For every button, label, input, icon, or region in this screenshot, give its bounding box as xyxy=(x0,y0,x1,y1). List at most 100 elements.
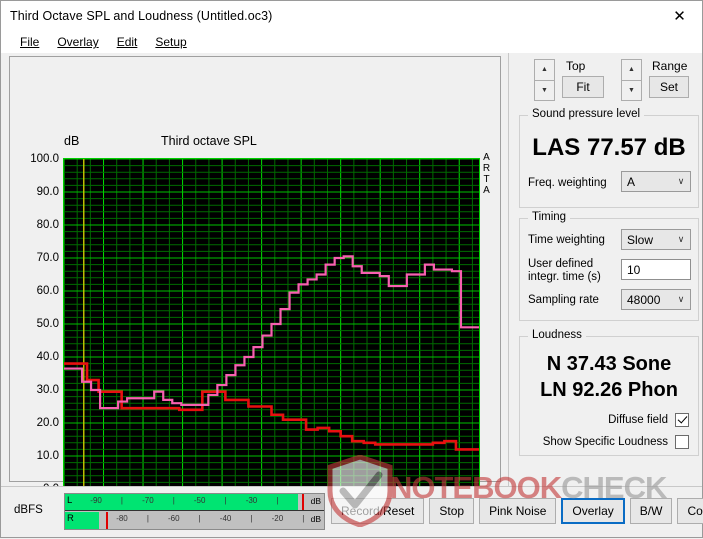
loudness-sone-value: N 37.43 Sone xyxy=(546,353,672,375)
show-specific-loudness-row[interactable]: Show Specific Loudness xyxy=(543,435,689,449)
range-spinner[interactable]: ▲ ▼ xyxy=(621,59,642,101)
y-tick-label: 80.0 xyxy=(36,219,59,231)
y-tick-label: 20.0 xyxy=(36,417,59,429)
level-meter-tick-label: -70 xyxy=(142,496,154,505)
freq-weighting-select[interactable]: A ∨ xyxy=(621,171,691,192)
chevron-up-icon[interactable]: ▲ xyxy=(534,59,555,81)
level-meter-left-channel: L dB -90 | -70 | -50 | -30 | xyxy=(65,494,324,511)
range-label: Range xyxy=(652,59,688,73)
level-meter-right-peak xyxy=(106,512,109,529)
menu-bar: File Overlay Edit Setup xyxy=(1,31,702,53)
overlay-button[interactable]: Overlay xyxy=(561,498,625,524)
window-title: Third Octave SPL and Loudness (Untitled.… xyxy=(10,9,273,23)
menu-item-setup[interactable]: Setup xyxy=(146,33,195,51)
y-axis-label: dB xyxy=(64,134,80,148)
level-meter-tick-mark: | xyxy=(302,514,305,523)
top-label: Top xyxy=(566,59,586,73)
menu-item-edit[interactable]: Edit xyxy=(108,33,147,51)
y-tick-label: 50.0 xyxy=(36,318,59,330)
bw-button[interactable]: B/W xyxy=(629,498,673,524)
sound-pressure-level-title: Sound pressure level xyxy=(528,108,645,120)
control-pane: ▲ ▼ Top Fit ▲ ▼ Range Set Sound pressure… xyxy=(509,53,702,486)
spl-plot[interactable] xyxy=(63,158,480,490)
timing-title: Timing xyxy=(528,211,571,223)
bottom-bar: dBFS L dB -90 | -70 | -50 | -30 | R dB -80 | -60 |… xyxy=(1,486,703,537)
top-fit-button[interactable]: Fit xyxy=(562,76,604,98)
loudness-title: Loudness xyxy=(528,329,586,341)
level-meter-tick-mark: | xyxy=(250,514,253,523)
loudness-group: Loudness N 37.43 Sone LN 92.26 Phon Diff… xyxy=(519,329,699,456)
menu-item-overlay[interactable]: Overlay xyxy=(48,33,107,51)
y-tick-label: 100.0 xyxy=(30,153,59,165)
scale-controls: ▲ ▼ Top Fit ▲ ▼ Range Set xyxy=(526,57,701,103)
transport-buttons: Record/Reset Stop Pink Noise Overlay B/W… xyxy=(331,497,703,525)
main-content: dB Third octave SPL ARTA 100.0 90.0 80.0 70… xyxy=(1,53,702,525)
level-meter-tick-mark: | xyxy=(172,496,175,505)
copy-button[interactable]: Copy xyxy=(677,498,703,524)
chart-title: Third octave SPL xyxy=(161,134,257,148)
series-spl xyxy=(64,255,479,410)
freq-weighting-label: Freq. weighting xyxy=(528,177,607,189)
level-meter[interactable]: L dB -90 | -70 | -50 | -30 | R dB -80 | -60 | -40 | -… xyxy=(64,493,325,530)
sampling-rate-label: Sampling rate xyxy=(528,294,599,306)
level-meter-tick-mark: | xyxy=(120,496,124,505)
time-weighting-label: Time weighting xyxy=(528,234,605,246)
level-meter-tick-label: -40 xyxy=(219,514,232,523)
level-meter-tick-label: -50 xyxy=(193,496,206,505)
arta-side-label: ARTA xyxy=(482,152,491,196)
level-meter-tick-mark: | xyxy=(224,496,227,505)
menu-item-setup-label: Setup xyxy=(155,35,187,49)
level-meter-tick-label: -20 xyxy=(271,514,284,523)
level-meter-right-channel: R dB -80 | -60 | -40 | -20 | xyxy=(65,512,324,529)
menu-item-file-label: File xyxy=(20,35,40,49)
time-weighting-select[interactable]: Slow ∨ xyxy=(621,229,691,250)
level-meter-left-unit: dB xyxy=(310,496,321,506)
integration-time-input[interactable]: 10 xyxy=(621,259,691,280)
menu-item-edit-label: Edit xyxy=(116,35,138,49)
spl-value: LAS 77.57 dB xyxy=(532,134,686,161)
level-meter-right-channel-label: R xyxy=(67,513,74,524)
chevron-down-icon: ∨ xyxy=(677,234,685,244)
y-tick-label: 90.0 xyxy=(36,186,59,198)
y-tick-label: 60.0 xyxy=(36,285,59,297)
level-meter-left-channel-label: L xyxy=(67,495,73,506)
diffuse-field-label: Diffuse field xyxy=(608,414,668,426)
graph-pane: dB Third octave SPL ARTA 100.0 90.0 80.0 70… xyxy=(1,53,509,525)
chevron-down-icon[interactable]: ▼ xyxy=(534,80,555,101)
record-reset-button[interactable]: Record/Reset xyxy=(331,498,425,524)
y-tick-label: 70.0 xyxy=(36,252,59,264)
top-spinner[interactable]: ▲ ▼ xyxy=(534,59,555,101)
level-meter-left-peak xyxy=(301,494,304,510)
level-meter-right-unit: dB xyxy=(310,514,321,524)
menu-item-overlay-label: Overlay xyxy=(57,35,99,49)
sampling-rate-select[interactable]: 48000 ∨ xyxy=(621,289,691,310)
range-set-button[interactable]: Set xyxy=(649,76,689,98)
integration-time-label-line2: integr. time (s) xyxy=(528,271,601,283)
level-meter-tick-mark: | xyxy=(198,514,201,523)
close-icon[interactable]: ✕ xyxy=(657,1,702,31)
stop-button[interactable]: Stop xyxy=(429,498,475,524)
y-tick-label: 30.0 xyxy=(36,384,59,396)
sampling-rate-value: 48000 xyxy=(627,292,661,307)
loudness-phon-value: LN 92.26 Phon xyxy=(540,379,678,401)
diffuse-field-row[interactable]: Diffuse field xyxy=(608,413,689,427)
level-meter-tick-label: -60 xyxy=(167,514,180,523)
diffuse-field-checkbox[interactable] xyxy=(675,413,689,427)
dbfs-label: dBFS xyxy=(14,504,43,516)
pink-noise-button[interactable]: Pink Noise xyxy=(479,498,557,524)
y-tick-label: 10.0 xyxy=(36,450,59,462)
level-meter-tick-label: -80 xyxy=(116,514,128,523)
show-specific-loudness-label: Show Specific Loudness xyxy=(542,436,668,448)
chevron-up-icon[interactable]: ▲ xyxy=(621,59,642,81)
application-window: Third Octave SPL and Loudness (Untitled.… xyxy=(0,0,703,538)
level-meter-tick-label: -30 xyxy=(245,496,258,505)
level-meter-tick-mark: | xyxy=(146,514,149,523)
plot-canvas xyxy=(63,158,479,490)
chevron-down-icon[interactable]: ▼ xyxy=(621,80,642,101)
chevron-down-icon: ∨ xyxy=(677,176,685,186)
level-meter-tick-mark: | xyxy=(276,496,279,505)
time-weighting-value: Slow xyxy=(627,232,654,247)
y-tick-label: 40.0 xyxy=(36,351,59,363)
menu-item-file[interactable]: File xyxy=(11,33,48,51)
show-specific-loudness-checkbox[interactable] xyxy=(675,435,689,449)
